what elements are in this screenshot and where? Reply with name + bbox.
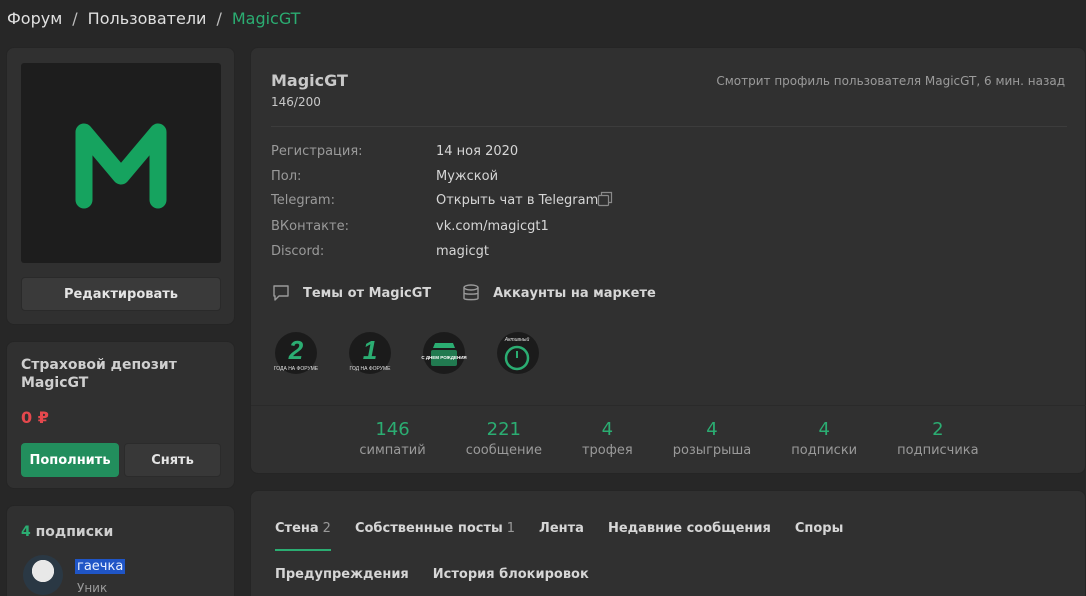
breadcrumb-users[interactable]: Пользователи	[88, 9, 207, 28]
info-key: Пол:	[271, 169, 302, 184]
stat-value: 221	[486, 419, 522, 440]
stat-label: сообщение	[465, 443, 542, 458]
edit-button[interactable]: Редактировать	[21, 277, 221, 311]
deposit-fill-button[interactable]: Пополнить	[21, 443, 119, 477]
stat-subscriptions[interactable]: 4 подписки	[771, 418, 877, 458]
tab-own-posts[interactable]: Собственные посты 1	[343, 505, 527, 551]
chat-bubble-icon	[273, 285, 289, 301]
deposit-amount: 0 ₽	[21, 408, 49, 427]
info-key: Регистрация:	[271, 144, 363, 159]
stat-value: 4	[706, 419, 718, 440]
trophy-birthday-icon[interactable]: С ДНЕМ РОЖДЕНИЯ	[419, 328, 469, 378]
breadcrumb-separator: /	[216, 9, 222, 28]
info-value: 14 ноя 2020	[436, 144, 519, 159]
svg-text:ГОДА НА ФОРУМЕ: ГОДА НА ФОРУМЕ	[274, 366, 319, 372]
themes-link[interactable]: Темы от MagicGT	[271, 283, 431, 303]
svg-text:1: 1	[363, 335, 377, 365]
copy-icon[interactable]	[597, 191, 613, 207]
svg-text:ГОД НА ФОРУМЕ: ГОД НА ФОРУМЕ	[350, 366, 392, 372]
tab-count: 1	[506, 520, 516, 536]
info-key: Discord:	[271, 244, 325, 259]
avatar[interactable]	[21, 63, 221, 263]
deposit-withdraw-button[interactable]: Снять	[124, 443, 221, 477]
profile-counter: 146/200	[271, 95, 321, 109]
profile-activity-status: Смотрит профиль пользователя MagicGT, 6 …	[716, 74, 1065, 88]
info-value: Мужской	[436, 169, 499, 184]
market-link[interactable]: Аккаунты на маркете	[461, 283, 656, 303]
subscriptions-label: подписки	[35, 524, 114, 540]
breadcrumb: Форум / Пользователи / MagicGT	[7, 9, 300, 28]
subscription-username[interactable]: гаечка	[75, 559, 126, 574]
deposit-title: Страховой депозит MagicGT	[21, 357, 177, 391]
profile-username: MagicGT	[271, 71, 348, 90]
profile-tabs: Стена 2 Собственные посты 1 Лента Недавн…	[263, 505, 1003, 596]
stat-value: 146	[375, 419, 410, 440]
tab-label: Недавние сообщения	[607, 520, 771, 536]
market-link-label: Аккаунты на маркете	[493, 285, 656, 301]
info-value: magicgt	[436, 244, 489, 259]
trophy-2-years-icon[interactable]: 2 ГОДА НА ФОРУМЕ	[271, 328, 321, 378]
tab-disputes[interactable]: Споры	[783, 505, 856, 551]
divider	[251, 405, 1086, 406]
stat-giveaways[interactable]: 4 розыгрыша	[653, 418, 772, 458]
profile-stats: 146 симпатий 221 сообщение 4 трофея 4 ро…	[251, 418, 1086, 458]
tab-feed[interactable]: Лента	[527, 505, 596, 551]
subscriptions-title: 4 подписки	[21, 524, 113, 540]
stat-value: 2	[932, 419, 944, 440]
svg-text:2: 2	[288, 335, 304, 365]
telegram-link[interactable]: Открыть чат в Telegram	[436, 193, 598, 208]
stat-label: симпатий	[359, 443, 426, 458]
stat-label: трофея	[581, 443, 633, 458]
database-icon	[463, 284, 479, 301]
breadcrumb-separator: /	[72, 9, 78, 28]
avatar-letter-icon	[75, 123, 167, 209]
stat-label: розыгрыша	[672, 443, 752, 458]
tab-label: Стена	[275, 520, 319, 536]
tab-label: Лента	[539, 520, 584, 536]
vk-link[interactable]: vk.com/magicgt1	[436, 219, 549, 234]
tab-label: Предупреждения	[275, 566, 409, 582]
tab-recent-messages[interactable]: Недавние сообщения	[596, 505, 783, 551]
trophy-1-year-icon[interactable]: 1 ГОД НА ФОРУМЕ	[345, 328, 395, 378]
svg-text:Активный: Активный	[504, 336, 530, 343]
stat-likes[interactable]: 146 симпатий	[339, 418, 445, 458]
info-key: ВКонтакте:	[271, 219, 349, 234]
divider	[271, 126, 1067, 127]
stat-value: 4	[818, 419, 830, 440]
tab-wall[interactable]: Стена 2	[263, 505, 343, 551]
stat-value: 4	[601, 419, 614, 440]
subscription-avatar[interactable]	[23, 555, 63, 595]
subscriptions-count: 4	[21, 524, 31, 540]
stat-label: подписчика	[897, 443, 979, 458]
stat-trophies[interactable]: 4 трофея	[562, 418, 653, 458]
subscriptions-card: 4 подписки гаечка Уник	[6, 505, 235, 596]
tab-count: 2	[322, 520, 331, 536]
stat-followers[interactable]: 2 подписчика	[877, 418, 999, 458]
avatar-card: Редактировать	[6, 47, 235, 325]
profile-tabs-card: Стена 2 Собственные посты 1 Лента Недавн…	[250, 490, 1086, 596]
deposit-card: Страховой депозит MagicGT 0 ₽ Пополнить …	[6, 341, 235, 489]
trophy-active-icon[interactable]: Активный	[493, 328, 543, 378]
info-key: Telegram:	[271, 193, 335, 208]
tab-label: Споры	[794, 520, 844, 536]
tab-label: Собственные посты	[354, 520, 503, 536]
stat-label: подписки	[791, 443, 858, 458]
profile-card: MagicGT 146/200 Смотрит профиль пользова…	[250, 47, 1086, 474]
trophies: 2 ГОДА НА ФОРУМЕ 1 ГОД НА ФОРУМЕ С ДНЕМ …	[271, 328, 543, 378]
breadcrumb-forum[interactable]: Форум	[7, 9, 62, 28]
tab-warnings[interactable]: Предупреждения	[263, 551, 421, 596]
breadcrumb-current: MagicGT	[231, 9, 301, 28]
tab-label: История блокировок	[432, 566, 589, 582]
subscription-role: Уник	[77, 581, 108, 595]
themes-link-label: Темы от MagicGT	[303, 285, 432, 301]
stat-messages[interactable]: 221 сообщение	[446, 418, 562, 458]
svg-text:С ДНЕМ РОЖДЕНИЯ: С ДНЕМ РОЖДЕНИЯ	[421, 355, 466, 360]
tab-ban-history[interactable]: История блокировок	[421, 551, 601, 596]
profile-links: Темы от MagicGT Аккаунты на маркете	[271, 283, 656, 303]
